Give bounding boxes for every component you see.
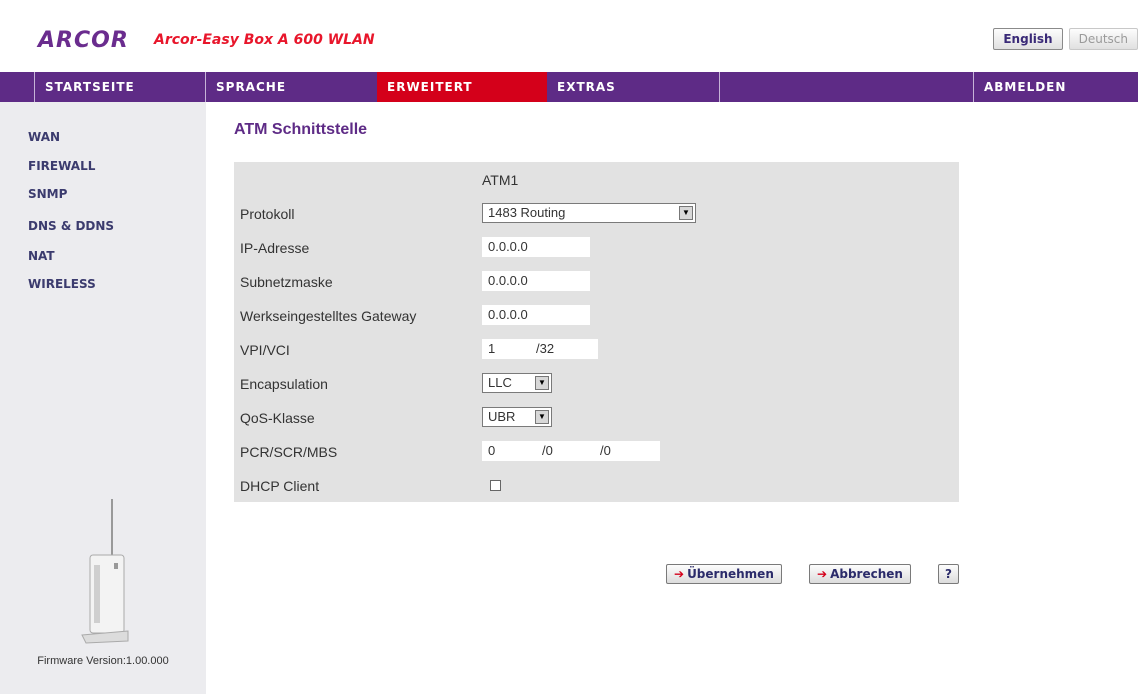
table-row: DHCP Client xyxy=(234,468,959,502)
atm-settings-table: ATM1 Protokoll 1483 Routing ▼ IP-Adresse… xyxy=(234,162,959,502)
table-row: Werkseingestelltes Gateway 0.0.0.0 xyxy=(234,298,959,332)
sidebar-item-snmp[interactable]: SNMP xyxy=(28,187,67,201)
pcr-label: PCR/SCR/MBS xyxy=(240,444,338,460)
table-row: Protokoll 1483 Routing ▼ xyxy=(234,196,959,230)
apply-label: Übernehmen xyxy=(687,567,774,581)
table-row: Subnetzmaske 0.0.0.0 xyxy=(234,264,959,298)
nav-extras[interactable]: EXTRAS xyxy=(547,72,719,102)
nav-divider xyxy=(719,72,974,102)
language-switcher: English Deutsch xyxy=(993,28,1138,50)
cancel-label: Abbrechen xyxy=(830,567,903,581)
product-name: Arcor-Easy Box A 600 WLAN xyxy=(154,32,375,48)
language-deutsch-button[interactable]: Deutsch xyxy=(1068,28,1138,50)
encapsulation-select[interactable]: LLC ▼ xyxy=(482,373,552,393)
mbs-input[interactable]: /0 xyxy=(594,441,660,461)
qos-label: QoS-Klasse xyxy=(240,410,315,426)
protokoll-value: 1483 Routing xyxy=(488,205,566,220)
nav-sprache[interactable]: SPRACHE xyxy=(205,72,378,102)
sidebar-item-firewall[interactable]: FIREWALL xyxy=(28,159,95,173)
sidebar-item-dns-ddns[interactable]: DNS & DDNS xyxy=(28,219,114,233)
dhcp-label: DHCP Client xyxy=(240,478,320,494)
nav-label: SPRACHE xyxy=(216,80,287,94)
qos-select[interactable]: UBR ▼ xyxy=(482,407,552,427)
arrow-right-icon: ➔ xyxy=(674,567,685,581)
table-row: QoS-Klasse UBR ▼ xyxy=(234,400,959,434)
nav-label: ABMELDEN xyxy=(984,80,1067,94)
nav-erweitert[interactable]: ERWEITERT xyxy=(377,72,547,102)
encapsulation-label: Encapsulation xyxy=(240,376,328,392)
arrow-right-icon: ➔ xyxy=(817,567,828,581)
table-row: PCR/SCR/MBS 0 /0 /0 xyxy=(234,434,959,468)
dropdown-arrow-icon: ▼ xyxy=(535,376,549,390)
protokoll-select[interactable]: 1483 Routing ▼ xyxy=(482,203,696,223)
arcor-logo: ARCOR xyxy=(38,28,129,53)
subnet-label: Subnetzmaske xyxy=(240,274,333,290)
page-title: ATM Schnittstelle xyxy=(234,121,368,138)
sidebar-item-wan[interactable]: WAN xyxy=(28,130,60,144)
gateway-label: Werkseingestelltes Gateway xyxy=(240,308,417,324)
language-english-button[interactable]: English xyxy=(993,28,1063,50)
ip-label: IP-Adresse xyxy=(240,240,310,256)
nav-label: EXTRAS xyxy=(557,80,616,94)
dhcp-client-checkbox[interactable] xyxy=(490,480,501,491)
gateway-input[interactable]: 0.0.0.0 xyxy=(482,305,590,325)
table-row: Encapsulation LLC ▼ xyxy=(234,366,959,400)
main-nav: STARTSEITE SPRACHE ERWEITERT EXTRAS ABME… xyxy=(0,72,1138,102)
table-header-row: ATM1 xyxy=(234,162,959,196)
vpivci-label: VPI/VCI xyxy=(240,342,290,358)
table-row: VPI/VCI 1 /32 xyxy=(234,332,959,366)
apply-button[interactable]: ➔ Übernehmen xyxy=(666,564,782,584)
pcr-input[interactable]: 0 xyxy=(482,441,538,461)
help-button[interactable]: ? xyxy=(938,564,959,584)
nav-label: STARTSEITE xyxy=(45,80,135,94)
qos-value: UBR xyxy=(488,409,516,424)
nav-startseite[interactable]: STARTSEITE xyxy=(34,72,205,102)
sidebar-item-wireless[interactable]: WIRELESS xyxy=(28,277,96,291)
subnet-mask-input[interactable]: 0.0.0.0 xyxy=(482,271,590,291)
cancel-button[interactable]: ➔ Abbrechen xyxy=(809,564,911,584)
sidebar: WAN FIREWALL SNMP DNS & DDNS NAT WIRELES… xyxy=(0,102,206,694)
sidebar-item-nat[interactable]: NAT xyxy=(28,249,55,263)
table-row: IP-Adresse 0.0.0.0 xyxy=(234,230,959,264)
vpi-input[interactable]: 1 xyxy=(482,339,532,359)
ip-address-input[interactable]: 0.0.0.0 xyxy=(482,237,590,257)
router-device-image xyxy=(81,499,129,644)
scr-input[interactable]: /0 xyxy=(536,441,596,461)
nav-label: ERWEITERT xyxy=(387,80,473,94)
encapsulation-value: LLC xyxy=(488,375,512,390)
dropdown-arrow-icon: ▼ xyxy=(679,206,693,220)
header: ARCOR Arcor-Easy Box A 600 WLAN English … xyxy=(0,0,1138,72)
dropdown-arrow-icon: ▼ xyxy=(535,410,549,424)
firmware-version: Firmware Version:1.00.000 xyxy=(37,655,169,667)
protokoll-label: Protokoll xyxy=(240,206,295,222)
nav-abmelden[interactable]: ABMELDEN xyxy=(973,72,1138,102)
column-header-atm1: ATM1 xyxy=(482,172,519,188)
vci-input[interactable]: /32 xyxy=(530,339,598,359)
